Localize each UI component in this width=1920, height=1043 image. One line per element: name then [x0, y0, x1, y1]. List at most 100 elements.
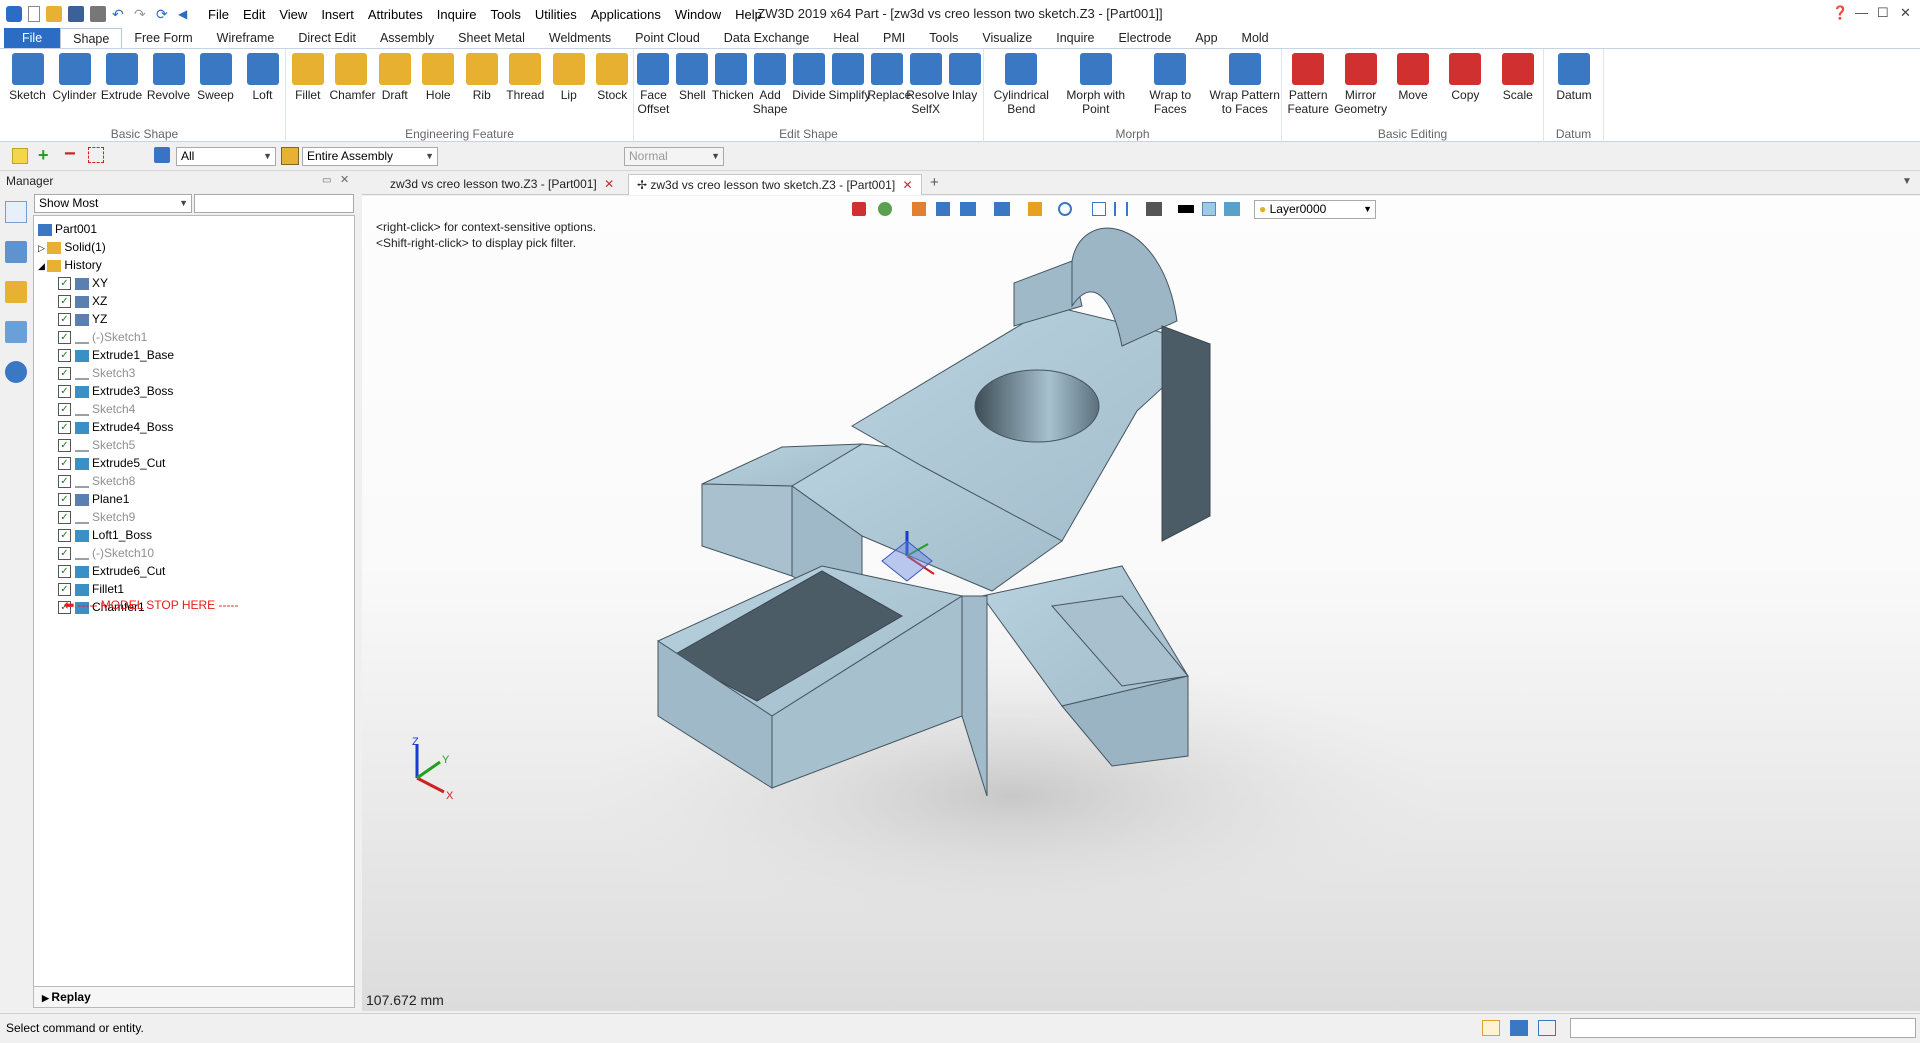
mirror-geometry-button[interactable]: Mirror Geometry: [1334, 53, 1387, 116]
lip-button[interactable]: Lip: [547, 53, 591, 102]
ribbon-tab-data-exchange[interactable]: Data Exchange: [712, 28, 821, 48]
mode-combo[interactable]: Normal ▼: [624, 147, 724, 166]
thread-button[interactable]: Thread: [504, 53, 548, 102]
expand-toggle-icon[interactable]: ▷: [38, 243, 47, 253]
redo-icon[interactable]: ↷: [134, 6, 150, 22]
scale-button[interactable]: Scale: [1492, 53, 1544, 102]
pattern-feature-button[interactable]: Pattern Feature: [1282, 53, 1334, 116]
tree-checkbox[interactable]: ✓: [58, 331, 71, 345]
print-icon[interactable]: [90, 6, 106, 22]
tree-item[interactable]: ✓ XZ: [58, 292, 107, 310]
status-list-icon[interactable]: [1538, 1020, 1556, 1036]
loft-button[interactable]: Loft: [239, 53, 286, 102]
menu-utilities[interactable]: Utilities: [535, 7, 577, 22]
new-tab-icon[interactable]: +: [930, 174, 939, 191]
graphics-viewport[interactable]: <right-click> for context-sensitive opti…: [362, 196, 1920, 1011]
morph-with-point-button[interactable]: Morph with Point: [1059, 53, 1134, 116]
ribbon-tab-pmi[interactable]: PMI: [871, 28, 917, 48]
tree-item[interactable]: ✓ Plane1: [58, 490, 129, 508]
ribbon-tab-direct-edit[interactable]: Direct Edit: [286, 28, 368, 48]
ribbon-tab-point-cloud[interactable]: Point Cloud: [623, 28, 712, 48]
ribbon-tab-heal[interactable]: Heal: [821, 28, 871, 48]
tree-item[interactable]: ✓ XY: [58, 274, 108, 292]
resolve-selfx-button[interactable]: Resolve SelfX: [906, 53, 950, 116]
tree-item[interactable]: ✓ Sketch8: [58, 472, 135, 490]
tab-list-icon[interactable]: ▼: [1902, 176, 1912, 187]
tree-item[interactable]: ✓ Sketch3: [58, 364, 135, 382]
ribbon-tab-file[interactable]: File: [4, 28, 61, 48]
tree-item[interactable]: ✓ Extrude4_Boss: [58, 418, 173, 436]
datum-button[interactable]: Datum: [1544, 53, 1604, 102]
add-icon[interactable]: +: [38, 145, 49, 166]
menu-edit[interactable]: Edit: [243, 7, 265, 22]
menu-tools[interactable]: Tools: [491, 7, 521, 22]
menu-applications[interactable]: Applications: [591, 7, 661, 22]
command-input[interactable]: [1570, 1018, 1916, 1038]
tree-checkbox[interactable]: ✓: [58, 511, 71, 525]
stock-button[interactable]: Stock: [591, 53, 635, 102]
status-screen-icon[interactable]: [1510, 1020, 1528, 1036]
scope-combo[interactable]: Entire Assembly ▼: [302, 147, 438, 166]
undo-icon[interactable]: ↶: [112, 6, 128, 22]
ribbon-tab-wireframe[interactable]: Wireframe: [205, 28, 287, 48]
pin-icon[interactable]: ▭: [322, 175, 331, 186]
expand-toggle-icon[interactable]: ◢: [38, 261, 47, 271]
help-icon[interactable]: ❓: [1832, 5, 1848, 21]
tree-item[interactable]: ✓ Extrude1_Base: [58, 346, 174, 364]
wrap-to-faces-button[interactable]: Wrap to Faces: [1133, 53, 1208, 116]
select-arrow-icon[interactable]: [12, 148, 28, 164]
ribbon-tab-shape[interactable]: Shape: [60, 28, 123, 48]
ribbon-tab-sheet-metal[interactable]: Sheet Metal: [446, 28, 537, 48]
tree-checkbox[interactable]: ✓: [58, 385, 71, 399]
replay-bar[interactable]: ▶ Replay: [33, 986, 355, 1008]
history-manager-icon[interactable]: [5, 201, 27, 223]
draft-button[interactable]: Draft: [373, 53, 417, 102]
rib-button[interactable]: Rib: [460, 53, 504, 102]
tree-item[interactable]: ✓ Sketch5: [58, 436, 135, 454]
user-icon[interactable]: [5, 361, 27, 383]
image-icon[interactable]: [5, 321, 27, 343]
tree-item[interactable]: ✓ Extrude6_Cut: [58, 562, 165, 580]
tree-checkbox[interactable]: ✓: [58, 493, 71, 507]
move-button[interactable]: Move: [1387, 53, 1439, 102]
tree-checkbox[interactable]: ✓: [58, 529, 71, 543]
tree-checkbox[interactable]: ✓: [58, 367, 71, 381]
tree-item[interactable]: Part001: [38, 220, 97, 238]
tree-checkbox[interactable]: ✓: [58, 421, 71, 435]
face-offset-button[interactable]: Face Offset: [634, 53, 673, 116]
tree-checkbox[interactable]: ✓: [58, 403, 71, 417]
filter-combo[interactable]: All ▼: [176, 147, 276, 166]
tree-checkbox[interactable]: ✓: [58, 457, 71, 471]
ribbon-tab-assembly[interactable]: Assembly: [368, 28, 446, 48]
resource-icon[interactable]: [5, 281, 27, 303]
remove-icon[interactable]: −: [64, 143, 76, 166]
tree-item[interactable]: ✓ (-)Sketch10: [58, 544, 154, 562]
sweep-button[interactable]: Sweep: [192, 53, 239, 102]
close-button[interactable]: ✕: [1900, 5, 1911, 21]
doc-tab-lesson-two-sketch[interactable]: ✢ zw3d vs creo lesson two sketch.Z3 - [P…: [628, 174, 922, 195]
menu-view[interactable]: View: [279, 7, 307, 22]
ribbon-tab-app[interactable]: App: [1183, 28, 1229, 48]
minimize-button[interactable]: —: [1855, 5, 1868, 20]
wrap-pattern-to-faces-button[interactable]: Wrap Pattern to Faces: [1208, 53, 1283, 116]
part-model[interactable]: [362, 196, 1920, 1011]
revolve-button[interactable]: Revolve: [145, 53, 192, 102]
tree-item[interactable]: ✓ Sketch4: [58, 400, 135, 418]
chamfer-button[interactable]: Chamfer: [330, 53, 376, 102]
sketch-button[interactable]: Sketch: [4, 53, 51, 102]
ribbon-tab-free-form[interactable]: Free Form: [122, 28, 204, 48]
ribbon-tab-tools[interactable]: Tools: [917, 28, 970, 48]
menu-file[interactable]: File: [208, 7, 229, 22]
assembly-manager-icon[interactable]: [5, 241, 27, 263]
shell-button[interactable]: Shell: [673, 53, 712, 102]
thicken-button[interactable]: Thicken: [712, 53, 754, 102]
save-icon[interactable]: [68, 6, 84, 22]
tree-item[interactable]: ✓ Loft1_Boss: [58, 526, 152, 544]
tree-checkbox[interactable]: ✓: [58, 295, 71, 309]
pick-icon[interactable]: [88, 147, 104, 163]
model-stop-marker[interactable]: ⬅ ----- MODEL STOP HERE -----: [64, 596, 239, 614]
new-file-icon[interactable]: [28, 6, 40, 22]
tree-checkbox[interactable]: ✓: [58, 565, 71, 579]
close-tab-icon[interactable]: ✕: [604, 177, 614, 191]
copy-button[interactable]: Copy: [1439, 53, 1491, 102]
